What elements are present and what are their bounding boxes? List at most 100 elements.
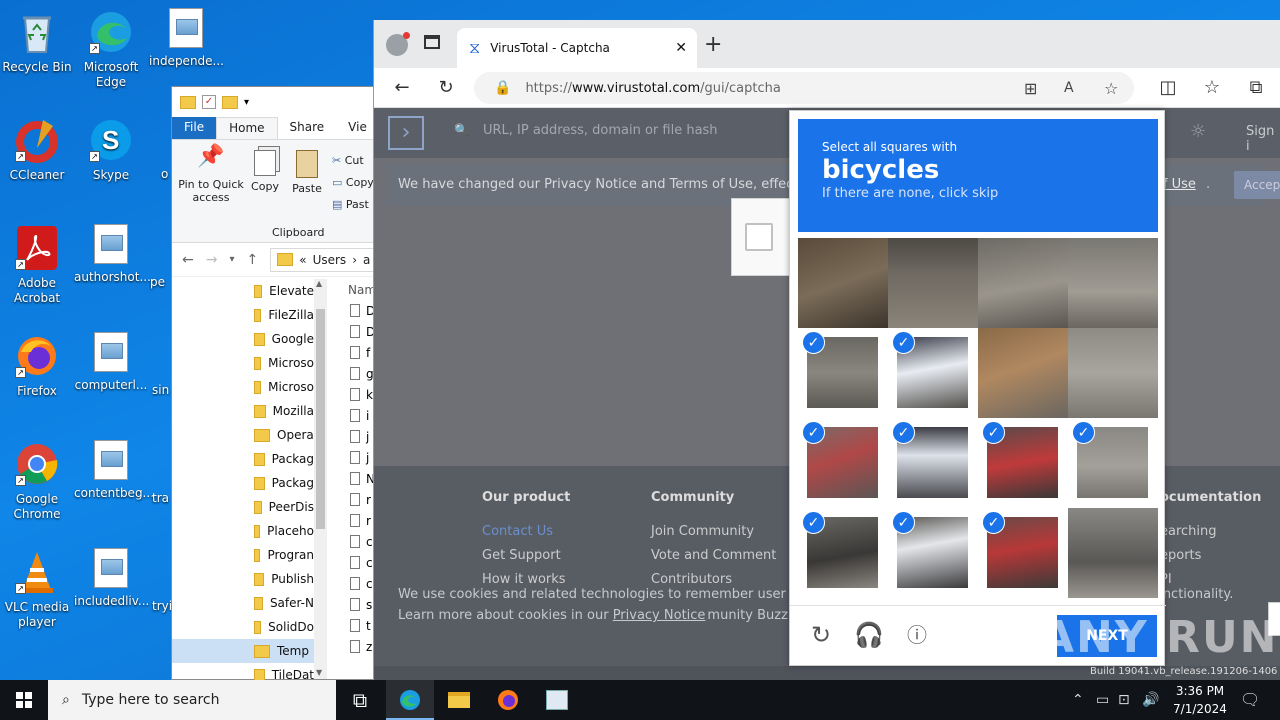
tab-file[interactable]: File [172, 117, 217, 139]
captcha-tile[interactable]: ✓ [798, 418, 888, 508]
captcha-tile[interactable]: ✓ [1068, 418, 1158, 508]
nav-item-folder[interactable]: Packag [172, 471, 314, 495]
nav-item-folder[interactable]: Temp [172, 639, 314, 663]
chevron-down-icon[interactable]: ▾ [244, 97, 249, 108]
file-shortcut-contentbeg[interactable]: contentbeg... [74, 440, 154, 501]
profile-avatar-icon[interactable] [386, 32, 410, 56]
tab-share[interactable]: Share [278, 117, 337, 139]
scroll-up-icon[interactable]: ▲ [316, 279, 322, 288]
refresh-icon[interactable]: ↻ [434, 76, 458, 100]
tab-virustotal-captcha[interactable]: ⧖ VirusTotal - Captcha ✕ [457, 28, 697, 68]
breadcrumb-users[interactable]: Users [313, 253, 347, 267]
footer-link-join[interactable]: Join Community [651, 520, 776, 544]
show-hidden-icons-icon[interactable]: ⌃ [1072, 680, 1084, 720]
nav-item-folder[interactable]: Opera [172, 423, 314, 447]
start-button[interactable] [0, 680, 48, 720]
skype-shortcut[interactable]: S ↗ Skype [74, 116, 148, 183]
captcha-tile[interactable]: ✓ [798, 328, 888, 418]
nav-item-folder[interactable]: Google [172, 327, 314, 351]
captcha-tile[interactable] [1068, 508, 1158, 598]
captcha-tile[interactable]: ✓ [888, 418, 978, 508]
cut-button[interactable]: ✂ Cut [332, 150, 374, 172]
tab-home[interactable]: Home [216, 117, 278, 139]
taskbar-edge-icon[interactable] [386, 680, 434, 720]
captcha-tile[interactable] [1068, 238, 1158, 328]
captcha-tile[interactable] [978, 238, 1068, 328]
scroll-down-icon[interactable]: ▼ [316, 668, 322, 677]
scrollbar-thumb[interactable] [316, 309, 325, 529]
edge-shortcut[interactable]: ↗ Microsoft Edge [74, 8, 148, 90]
back-arrow-icon[interactable]: ← [390, 76, 414, 100]
new-tab-icon[interactable]: + [704, 32, 722, 57]
favorite-star-icon[interactable]: ☆ [1104, 79, 1118, 98]
volume-icon[interactable]: 🔊 [1142, 680, 1159, 720]
captcha-tile[interactable]: ✓ [798, 508, 888, 598]
breadcrumb-next[interactable]: a [363, 253, 370, 267]
nav-item-folder[interactable]: Placeho [172, 519, 314, 543]
paste-button[interactable]: Paste [290, 150, 324, 195]
taskbar-firefox-icon[interactable] [484, 680, 532, 720]
split-screen-icon[interactable]: ◫ [1156, 76, 1180, 100]
back-arrow-icon[interactable]: ← [182, 252, 194, 268]
reload-icon[interactable]: ↻ [806, 620, 836, 650]
properties-icon[interactable]: ✓ [202, 95, 216, 109]
file-shortcut-independe[interactable]: independe... [149, 8, 224, 69]
file-shortcut-authorshot[interactable]: authorshot.... [74, 224, 155, 285]
virustotal-logo-icon[interactable]: › [388, 116, 424, 150]
file-shortcut-computerl[interactable]: computerl... [74, 332, 148, 393]
nav-item-folder[interactable]: Microso [172, 351, 314, 375]
nav-item-folder[interactable]: Microso [172, 375, 314, 399]
task-view-icon[interactable]: ⧉ [336, 680, 384, 720]
footer-link-vote[interactable]: Vote and Comment [651, 544, 776, 568]
wifi-tray-icon[interactable]: ⊡ [1118, 680, 1130, 720]
copy-button[interactable]: Copy [248, 150, 282, 193]
paste-shortcut-button[interactable]: ▤ Past [332, 194, 374, 216]
network-tray-icon[interactable]: ▭ [1096, 680, 1109, 720]
privacy-notice-link[interactable]: Privacy Notice [613, 608, 706, 623]
breadcrumb-chevron-icon[interactable]: › [352, 253, 357, 267]
pin-quick-access-button[interactable]: 📌 Pin to Quick access [176, 146, 246, 205]
sign-in-link[interactable]: Sign i [1246, 124, 1280, 154]
nav-item-folder[interactable]: PeerDis [172, 495, 314, 519]
captcha-tile[interactable] [1068, 328, 1158, 418]
taskbar-explorer-icon[interactable] [435, 680, 483, 720]
nav-item-folder[interactable]: FileZilla [172, 303, 314, 327]
close-tab-icon[interactable]: ✕ [675, 40, 687, 56]
nav-scrollbar[interactable]: ▲ ▼ [314, 279, 327, 679]
footer-link-contact[interactable]: Contact Us [482, 520, 570, 544]
taskbar-clock[interactable]: 3:36 PM 7/1/2024 [1160, 682, 1240, 718]
nav-item-folder[interactable]: SolidDo [172, 615, 314, 639]
desktop-icon-partial[interactable]: pe [150, 275, 172, 290]
nav-item-folder[interactable]: Progran [172, 543, 314, 567]
copy-path-button[interactable]: ▭ Copy [332, 172, 374, 194]
lock-icon[interactable]: 🔒 [494, 80, 511, 96]
vlc-shortcut[interactable]: ↗ VLC media player [0, 548, 74, 630]
captcha-tile[interactable]: ✓ [978, 418, 1068, 508]
nav-item-folder[interactable]: Safer-N [172, 591, 314, 615]
address-bar[interactable]: 🔒 https://www.virustotal.com/gui/captcha… [474, 72, 1134, 104]
address-overflow[interactable]: « [299, 253, 306, 267]
captcha-tile[interactable] [798, 238, 888, 328]
notifications-icon[interactable]: 🗨 [1240, 680, 1260, 720]
collections-icon[interactable]: ⧉ [1244, 76, 1268, 100]
taskbar-app-icon[interactable] [533, 680, 581, 720]
recaptcha-checkbox[interactable] [745, 223, 773, 251]
nav-item-folder[interactable]: Packag [172, 447, 314, 471]
captcha-tile[interactable]: ✓ [888, 328, 978, 418]
theme-toggle-icon[interactable]: ☼ [1190, 121, 1206, 142]
footer-link-searching[interactable]: earching [1160, 520, 1261, 544]
recycle-bin-shortcut[interactable]: Recycle Bin [0, 8, 74, 75]
captcha-tile[interactable] [888, 238, 978, 328]
explorer-address-bar[interactable]: « Users › a [270, 247, 380, 272]
tab-actions-icon[interactable] [424, 35, 440, 49]
captcha-tile[interactable]: ✓ [978, 508, 1068, 598]
read-aloud-icon[interactable]: A [1064, 80, 1074, 96]
footer-link-support[interactable]: Get Support [482, 544, 570, 568]
captcha-tile[interactable] [978, 328, 1068, 418]
recent-locations-chevron-icon[interactable]: ▾ [229, 254, 234, 265]
adobe-acrobat-shortcut[interactable]: ↗ Adobe Acrobat [0, 224, 74, 306]
forward-arrow-icon[interactable]: → [206, 252, 218, 268]
nav-item-folder[interactable]: Publish [172, 567, 314, 591]
headphones-icon[interactable]: 🎧 [854, 620, 884, 650]
vt-search-box[interactable]: 🔍 URL, IP address, domain or file hash [454, 123, 718, 138]
